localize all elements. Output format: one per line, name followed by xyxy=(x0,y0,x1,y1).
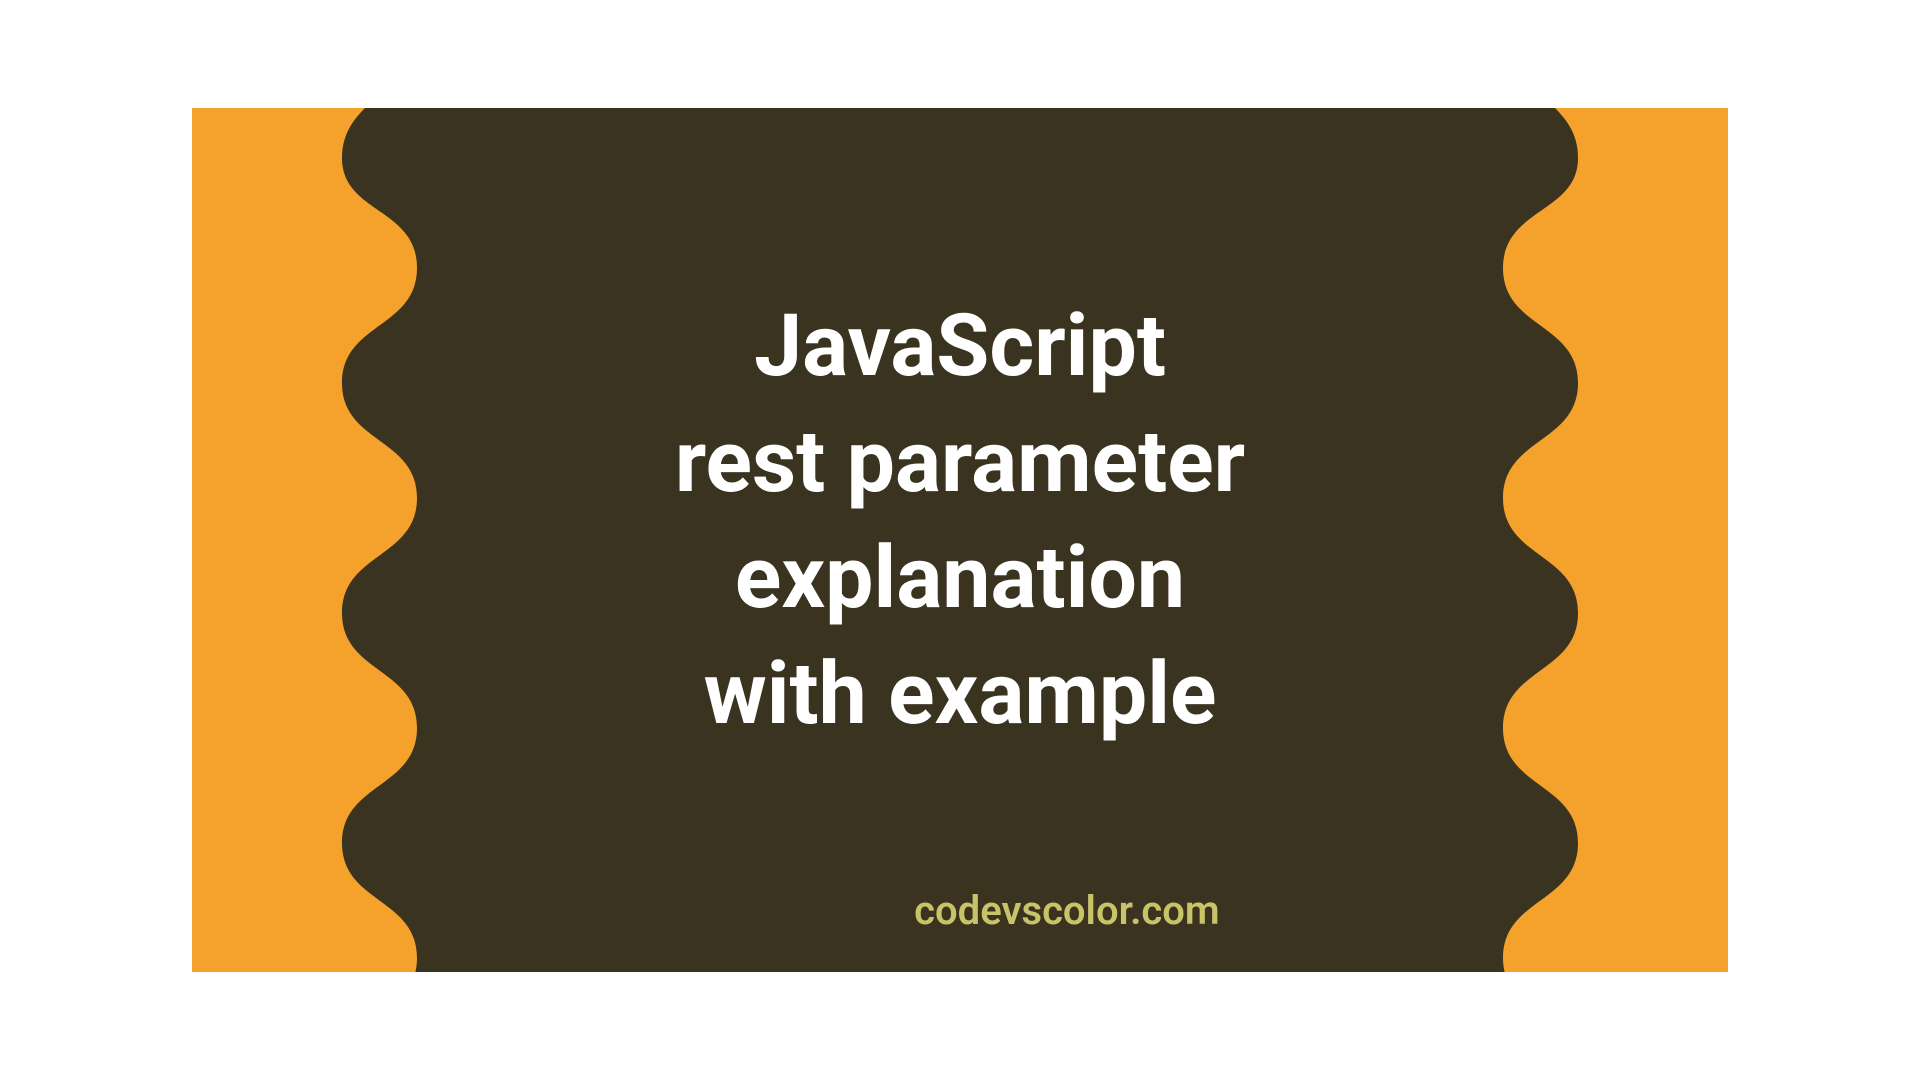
banner-canvas: JavaScript rest parameter explanation wi… xyxy=(192,108,1728,972)
text-container: JavaScript rest parameter explanation wi… xyxy=(192,108,1728,972)
title-line-2: rest parameter xyxy=(675,411,1245,512)
title-line-3: explanation xyxy=(735,527,1185,628)
attribution-label: codevscolor.com xyxy=(914,887,1220,934)
title-line-1: JavaScript xyxy=(754,295,1166,396)
banner-title: JavaScript rest parameter explanation wi… xyxy=(675,288,1245,752)
title-line-4: with example xyxy=(704,643,1217,744)
